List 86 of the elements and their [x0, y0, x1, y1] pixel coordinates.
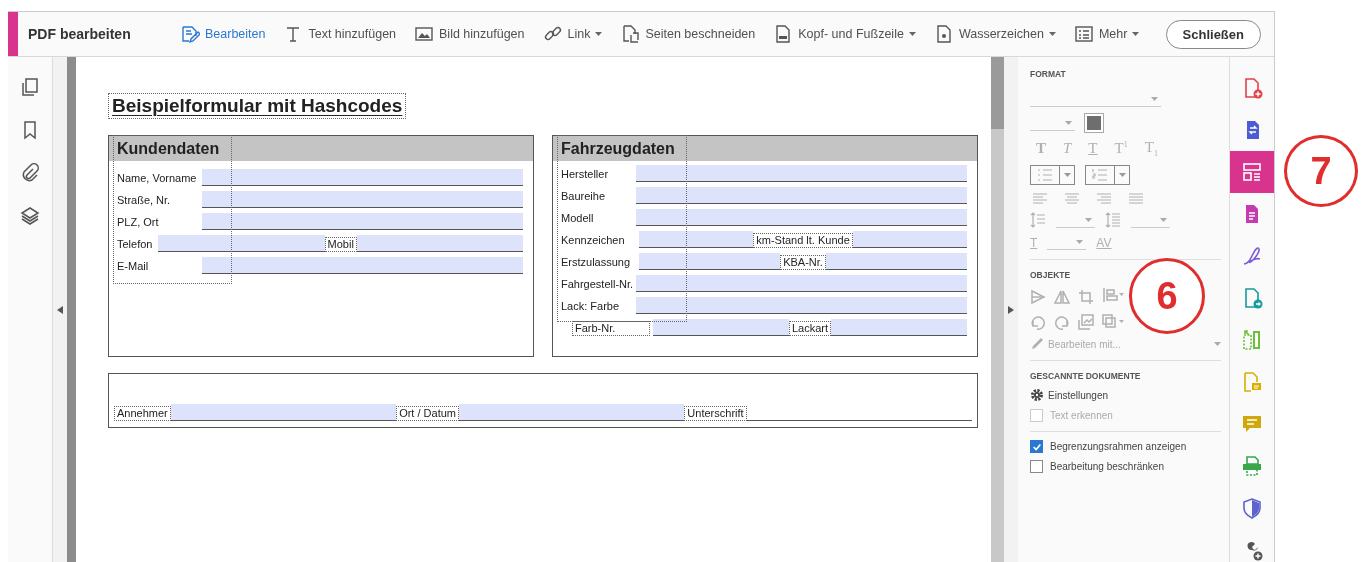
accent-bar — [8, 12, 18, 56]
layers-icon[interactable] — [20, 206, 40, 226]
scrollbar-thumb[interactable] — [991, 57, 1004, 129]
section-heading: Kundendaten — [117, 139, 220, 158]
text-field[interactable] — [202, 169, 523, 186]
field-label: Fahrgestell-Nr. — [560, 277, 635, 292]
text-field[interactable] — [636, 297, 967, 314]
toolbar-button[interactable]: Link — [540, 22, 605, 46]
text-field[interactable] — [636, 165, 967, 182]
field-label: PLZ, Ort — [116, 215, 160, 230]
field-label: Mobil — [324, 237, 357, 252]
list-icon — [1073, 24, 1094, 44]
image-icon — [414, 24, 435, 44]
caret-icon — [1085, 217, 1092, 222]
toolbar-button[interactable]: Seiten beschneiden — [618, 22, 758, 46]
toolbar-button[interactable]: Mehr — [1071, 22, 1142, 46]
text-field[interactable] — [202, 213, 523, 230]
field-label: Kennzeichen — [560, 233, 626, 248]
text-field[interactable] — [852, 231, 967, 248]
form-title: Beispielformular mit Hashcodes — [108, 93, 407, 119]
field-label: Lack: Farbe — [560, 299, 621, 314]
section-heading: GESCANNTE DOKUMENTE — [1030, 371, 1142, 381]
numbered-list-icon — [1091, 168, 1109, 182]
text-field[interactable] — [170, 404, 397, 421]
layout-icon — [1241, 161, 1263, 183]
check-icon — [1031, 441, 1042, 452]
caret-icon — [1214, 342, 1221, 346]
field-label: Name, Vorname — [116, 171, 198, 186]
field-label: Ort / Datum — [396, 406, 459, 421]
field-label: E-Mail — [116, 259, 150, 274]
pages-icon[interactable] — [20, 77, 40, 97]
callout-badge: 7 — [1284, 135, 1358, 207]
text-field[interactable] — [459, 404, 685, 421]
field-label: Annehmer — [114, 406, 171, 421]
caret-icon — [1151, 97, 1158, 101]
field-label: Farb-Nr. — [572, 321, 650, 336]
text-field[interactable] — [158, 235, 325, 252]
toolbar-button[interactable]: Bearbeiten — [178, 22, 268, 46]
field-label: Erstzulassung — [560, 255, 632, 270]
caret-icon — [1118, 173, 1126, 177]
toolbar-button[interactable]: Wasserzeichen — [931, 22, 1058, 46]
caret-icon — [1063, 173, 1071, 177]
caret-icon — [1160, 217, 1167, 222]
gear-icon — [1030, 388, 1044, 402]
field-label: Telefon — [116, 237, 154, 252]
text-field[interactable] — [825, 253, 967, 270]
checkbox-label[interactable]: Bearbeitung beschränken — [1050, 461, 1164, 472]
toolbar-button[interactable]: Kopf- und Fußzeile — [771, 22, 918, 46]
text-field[interactable] — [831, 319, 967, 336]
close-button[interactable]: Schließen — [1165, 19, 1261, 49]
caret-icon — [1065, 120, 1072, 125]
text-field[interactable] — [653, 319, 789, 336]
checkbox[interactable] — [1030, 460, 1043, 473]
text-field[interactable] — [639, 231, 754, 248]
text-field[interactable] — [202, 257, 523, 274]
field-label: Straße, Nr. — [116, 193, 172, 208]
section-heading: Fahrzeugdaten — [561, 139, 675, 158]
pencil-icon — [1030, 337, 1044, 351]
checkbox[interactable] — [1030, 440, 1043, 453]
text-field[interactable] — [356, 235, 523, 252]
text-field[interactable] — [636, 209, 967, 226]
text-field[interactable] — [636, 187, 967, 204]
text-field[interactable] — [202, 191, 523, 208]
section-heading: FORMAT — [1030, 69, 1067, 79]
expand-arrow-icon[interactable] — [1008, 305, 1014, 314]
section-heading: OBJEKTE — [1030, 270, 1072, 280]
edit-icon — [180, 24, 200, 44]
toolbar-button[interactable]: Text hinzufügen — [281, 22, 399, 46]
field-label: Hersteller — [560, 167, 610, 182]
collapse-arrow-icon[interactable] — [57, 305, 63, 314]
field-label: Unterschrift — [684, 406, 747, 421]
field-label: KBA-Nr. — [780, 255, 826, 270]
tool-button[interactable] — [1230, 151, 1274, 193]
window-title: PDF bearbeiten — [28, 26, 132, 42]
settings-button[interactable]: Einstellungen — [1030, 388, 1221, 402]
bullet-list-icon — [1036, 168, 1054, 182]
text-field[interactable] — [636, 275, 967, 292]
field-label: km-Stand lt. Kunde — [753, 233, 853, 248]
text-field[interactable] — [639, 253, 781, 270]
field-label: Baureihe — [560, 189, 607, 204]
paperclip-icon[interactable] — [20, 163, 40, 183]
toolbar-button[interactable]: Bild hinzufügen — [412, 22, 527, 46]
checkbox-label[interactable]: Begrenzungsrahmen anzeigen — [1050, 441, 1187, 452]
caret-icon — [1076, 240, 1084, 244]
field-label: Modell — [560, 211, 595, 226]
crop-page-icon — [620, 24, 641, 44]
